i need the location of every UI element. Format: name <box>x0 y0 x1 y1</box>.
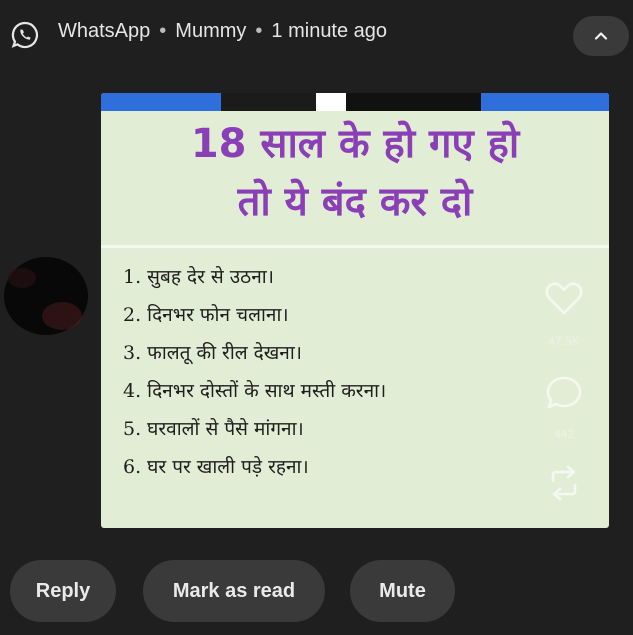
title-line-2: तो ये बंद कर दो <box>237 179 473 225</box>
heart-icon[interactable] <box>544 280 584 316</box>
mark-as-read-button[interactable]: Mark as read <box>143 560 325 622</box>
separator: • <box>255 20 263 42</box>
post-list: 1. सुबह देर से उठना। 2. दिनभर फोन चलाना।… <box>123 258 386 486</box>
reply-button[interactable]: Reply <box>10 560 116 622</box>
chevron-up-icon <box>594 32 608 40</box>
comment-icon[interactable] <box>545 375 583 411</box>
post-image[interactable]: 18 साल के हो गए हो तो ये बंद कर दो 1. सु… <box>101 93 609 528</box>
post-title: 18 साल के हो गए हो तो ये बंद कर दो <box>101 115 609 231</box>
notification-header: WhatsApp • Mummy • 1 minute ago <box>0 0 633 64</box>
avatar <box>2 256 88 338</box>
title-line-1: 18 साल के हो गए हो <box>190 121 520 167</box>
action-bar: Reply Mark as read Mute <box>0 560 633 624</box>
comment-count: 442 <box>553 427 575 441</box>
collapse-button[interactable] <box>573 16 629 56</box>
list-item: 1. सुबह देर से उठना। <box>123 266 274 288</box>
top-strip <box>101 93 609 111</box>
share-icon[interactable] <box>547 465 581 501</box>
app-name: WhatsApp <box>58 20 151 42</box>
list-item: 3. फालतू की रील देखना। <box>123 342 302 364</box>
notification-meta: WhatsApp • Mummy • 1 minute ago <box>58 20 387 43</box>
list-item: 2. दिनभर फोन चलाना। <box>123 304 289 326</box>
list-item: 6. घर पर खाली पड़े रहना। <box>123 456 309 478</box>
whatsapp-icon <box>10 20 40 50</box>
like-count: 47.5K <box>548 334 580 348</box>
separator: • <box>159 20 167 42</box>
mute-button[interactable]: Mute <box>350 560 455 622</box>
sender-name: Mummy <box>175 20 247 42</box>
divider <box>101 245 609 248</box>
timestamp: 1 minute ago <box>271 20 388 42</box>
list-item: 5. घरवालों से पैसे मांगना। <box>123 418 304 440</box>
list-item: 4. दिनभर दोस्तों के साथ मस्ती करना। <box>123 380 387 402</box>
